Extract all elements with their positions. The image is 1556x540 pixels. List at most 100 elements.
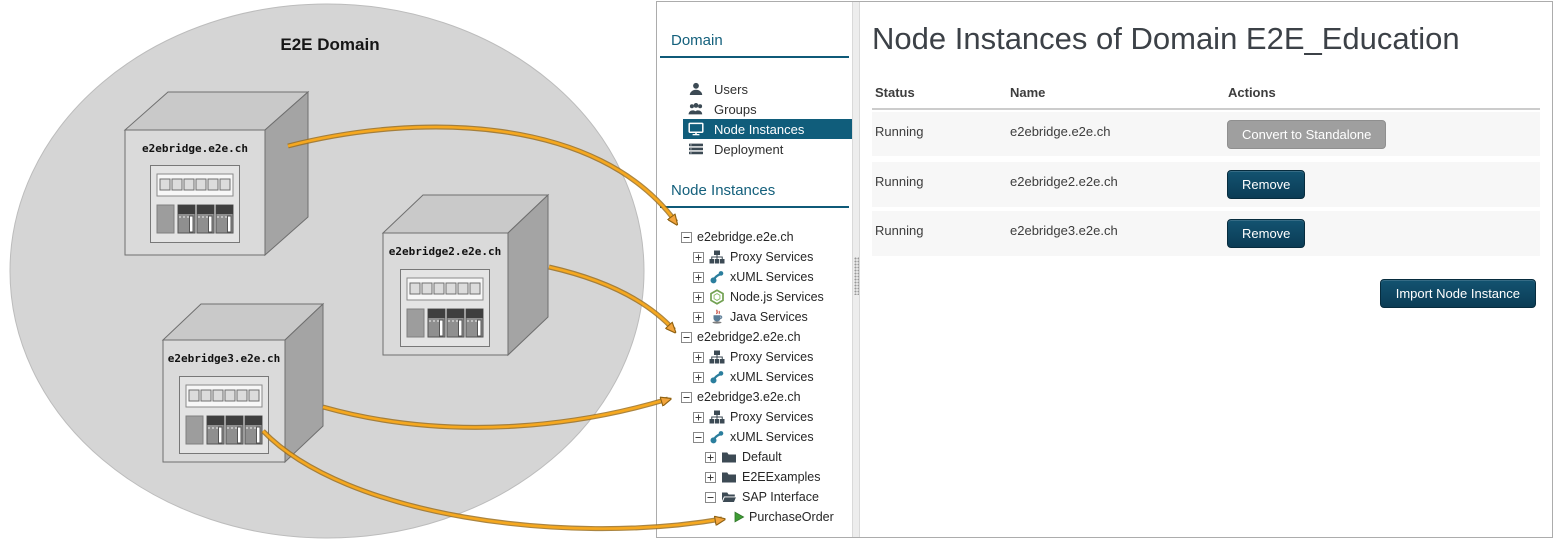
proxy-services-icon xyxy=(709,349,725,365)
tree-item-node[interactable]: e2ebridge.e2e.ch xyxy=(657,227,852,247)
tree-item-folder-e2eexamples[interactable]: E2EExamples xyxy=(657,467,852,487)
status-cell: Running xyxy=(875,124,923,139)
xuml-services-icon xyxy=(709,429,725,445)
node-instances-section-header: Node Instances xyxy=(671,180,841,202)
sidebar-item-label: Users xyxy=(714,82,748,97)
domain-ellipse xyxy=(10,4,644,538)
table-row: Running e2ebridge2.e2e.ch Remove xyxy=(872,162,1540,207)
tree-item-label: xUML Services xyxy=(730,270,814,284)
tree-item-node[interactable]: e2ebridge3.e2e.ch xyxy=(657,387,852,407)
expand-icon[interactable] xyxy=(693,292,704,303)
tree-item-label: SAP Interface xyxy=(742,490,819,504)
remove-button[interactable]: Remove xyxy=(1227,219,1305,248)
tree-item-label: xUML Services xyxy=(730,370,814,384)
server-box-3-label: e2ebridge3.e2e.ch xyxy=(168,352,281,365)
sidebar-item-deployment[interactable]: Deployment xyxy=(683,139,852,159)
java-services-icon xyxy=(709,309,725,325)
tree-item-node[interactable]: e2ebridge2.e2e.ch xyxy=(657,327,852,347)
screenshot-stage: E2E Domain e2ebridge.e2e.ch e2ebridge2.e… xyxy=(0,0,1556,540)
proxy-services-icon xyxy=(709,409,725,425)
sidebar-item-label: Node Instances xyxy=(714,122,804,137)
status-cell: Running xyxy=(875,223,923,238)
remove-button[interactable]: Remove xyxy=(1227,170,1305,199)
sidebar-item-label: Groups xyxy=(714,102,757,117)
collapse-icon[interactable] xyxy=(693,432,704,443)
tree-item-label: e2ebridge.e2e.ch xyxy=(697,230,794,244)
expand-icon[interactable] xyxy=(693,312,704,323)
server-box-2-label: e2ebridge2.e2e.ch xyxy=(389,245,502,258)
tree-item-proxy-services[interactable]: Proxy Services xyxy=(657,247,852,267)
tree-item-label: E2EExamples xyxy=(742,470,821,484)
tree-item-java-services[interactable]: Java Services xyxy=(657,307,852,327)
tree-item-label: e2ebridge2.e2e.ch xyxy=(697,330,801,344)
import-node-instance-button[interactable]: Import Node Instance xyxy=(1380,279,1536,308)
folder-icon xyxy=(721,449,737,465)
name-cell: e2ebridge.e2e.ch xyxy=(1010,124,1110,139)
tree-item-nodejs-services[interactable]: Node.js Services xyxy=(657,287,852,307)
tree-item-xuml-services[interactable]: xUML Services xyxy=(657,267,852,287)
expand-icon[interactable] xyxy=(693,372,704,383)
tree-item-label: PurchaseOrder xyxy=(749,510,834,524)
tree-item-label: xUML Services xyxy=(730,430,814,444)
convert-to-standalone-button[interactable]: Convert to Standalone xyxy=(1227,120,1386,149)
collapse-icon[interactable] xyxy=(681,392,692,403)
sidebar-item-users[interactable]: Users xyxy=(683,79,852,99)
expand-icon[interactable] xyxy=(705,452,716,463)
expand-icon[interactable] xyxy=(693,412,704,423)
tree-item-proxy-services[interactable]: Proxy Services xyxy=(657,347,852,367)
table-header-divider xyxy=(872,108,1540,110)
xuml-services-icon xyxy=(709,369,725,385)
name-cell: e2ebridge2.e2e.ch xyxy=(1010,174,1118,189)
status-cell: Running xyxy=(875,174,923,189)
monitor-icon xyxy=(688,121,704,137)
name-cell: e2ebridge3.e2e.ch xyxy=(1010,223,1118,238)
tree-item-folder-default[interactable]: Default xyxy=(657,447,852,467)
tree-item-label: Proxy Services xyxy=(730,410,813,424)
tree-item-folder-sap-interface[interactable]: SAP Interface xyxy=(657,487,852,507)
tree-item-proxy-services[interactable]: Proxy Services xyxy=(657,407,852,427)
column-header-actions: Actions xyxy=(1228,85,1276,100)
domain-diagram: E2E Domain e2ebridge.e2e.ch e2ebridge2.e… xyxy=(0,0,657,540)
tree-item-xuml-services[interactable]: xUML Services xyxy=(657,427,852,447)
column-header-status: Status xyxy=(875,85,915,100)
collapse-icon[interactable] xyxy=(705,492,716,503)
page-title: Node Instances of Domain E2E_Education xyxy=(872,20,1460,58)
tree-item-service-purchaseorder[interactable]: PurchaseOrder xyxy=(657,507,852,527)
sidebar-item-node-instances[interactable]: Node Instances xyxy=(683,119,852,139)
collapse-icon[interactable] xyxy=(681,232,692,243)
service-play-icon xyxy=(733,511,745,523)
tree-item-label: Default xyxy=(742,450,782,464)
tree-item-label: Proxy Services xyxy=(730,350,813,364)
sidebar-splitter[interactable] xyxy=(852,2,860,537)
server-box-3: e2ebridge3.e2e.ch xyxy=(163,304,323,462)
tree-item-label: Java Services xyxy=(730,310,808,324)
table-row: Running e2ebridge.e2e.ch Convert to Stan… xyxy=(872,112,1540,156)
splitter-grip-icon xyxy=(854,257,859,295)
admin-console-panel: Domain Users Groups Node Instances Dep xyxy=(656,1,1553,538)
tree-item-xuml-services[interactable]: xUML Services xyxy=(657,367,852,387)
collapse-icon[interactable] xyxy=(681,332,692,343)
folder-open-icon xyxy=(721,489,737,505)
domain-diagram-title: E2E Domain xyxy=(280,35,379,54)
server-box-1: e2ebridge.e2e.ch xyxy=(125,92,308,255)
table-header: Status Name Actions xyxy=(872,85,1539,105)
column-header-name: Name xyxy=(1010,85,1045,100)
domain-menu: Users Groups Node Instances Deployment xyxy=(683,79,852,159)
sidebar: Domain Users Groups Node Instances Dep xyxy=(657,2,852,537)
tree-item-label: e2ebridge3.e2e.ch xyxy=(697,390,801,404)
tree-item-label: Proxy Services xyxy=(730,250,813,264)
sidebar-item-groups[interactable]: Groups xyxy=(683,99,852,119)
expand-icon[interactable] xyxy=(705,472,716,483)
node-instances-section-rule xyxy=(660,206,849,208)
server-box-2: e2ebridge2.e2e.ch xyxy=(383,195,548,355)
folder-icon xyxy=(721,469,737,485)
nodejs-services-icon xyxy=(709,289,725,305)
proxy-services-icon xyxy=(709,249,725,265)
expand-icon[interactable] xyxy=(693,352,704,363)
expand-icon[interactable] xyxy=(693,272,704,283)
node-instances-tree: e2ebridge.e2e.ch Proxy Services xUML Ser… xyxy=(657,227,852,527)
domain-section-header: Domain xyxy=(671,30,841,52)
server-box-1-label: e2ebridge.e2e.ch xyxy=(142,142,248,155)
expand-icon[interactable] xyxy=(693,252,704,263)
domain-section-rule xyxy=(660,56,849,58)
